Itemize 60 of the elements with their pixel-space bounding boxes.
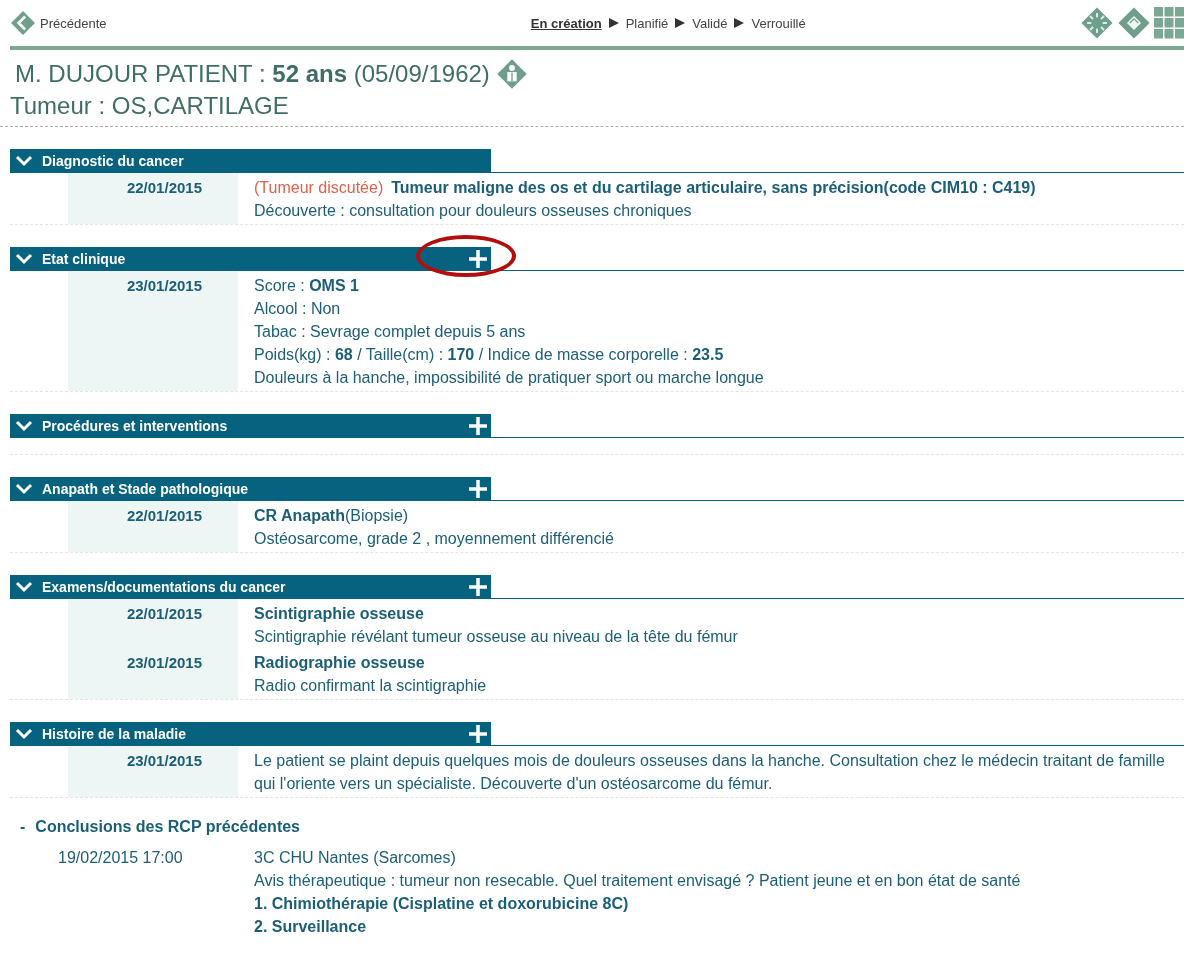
add-icon[interactable] <box>468 724 488 744</box>
entry-text: Le patient se plaint depuis quelques mois de douleurs osseuses dans la hanche. Consultation chez le médecin traitant de famille qui l'oriente vers un spécialiste. Découverte d'un ostéosarcome du fémur. <box>254 752 1165 792</box>
workflow-step[interactable]: En création <box>530 15 602 31</box>
conclusion-text: 2. Surveillance <box>254 918 367 935</box>
entry-text: Tumeur maligne des os et du cartilage articulaire, sans précision(code CIM10 : C419) <box>391 179 1036 196</box>
entry-date: 22/01/2015 <box>126 507 202 524</box>
entry-text: Scintigraphie osseuse <box>254 605 424 622</box>
workflow-step[interactable]: Verrouillé <box>751 15 806 31</box>
section-title: Histoire de la maladie <box>42 726 187 742</box>
entry-text: Alcool : Non <box>254 300 341 317</box>
back-button[interactable]: Précédente <box>10 10 107 36</box>
arrow-right-icon <box>733 17 746 29</box>
conclusion-text: 3C CHU Nantes (Sarcomes) <box>254 849 456 866</box>
arrow-right-icon <box>607 17 620 29</box>
add-icon[interactable] <box>468 249 488 269</box>
entry-date: 23/01/2015 <box>126 752 202 769</box>
section-title: Examens/documentations du cancer <box>42 579 287 595</box>
chevron-down-icon[interactable] <box>14 419 34 433</box>
back-icon <box>10 10 36 36</box>
entry-text: Radiographie osseuse <box>254 654 425 671</box>
chevron-down-icon[interactable] <box>14 727 34 741</box>
person-info-icon[interactable] <box>495 58 528 90</box>
spinner-icon[interactable] <box>1080 6 1114 40</box>
chevron-down-icon[interactable] <box>14 482 34 496</box>
patient-name: M. DUJOUR PATIENT : 52 ans (05/09/1962) <box>15 60 490 88</box>
grid-menu-icon[interactable] <box>1154 7 1184 39</box>
entry-text: Ostéosarcome, grade 2 , moyennement différencié <box>254 530 614 547</box>
collapse-marker[interactable]: - <box>20 818 26 836</box>
section-title: Procédures et interventions <box>42 418 229 434</box>
entry-text: Radio confirmant la scintigraphie <box>254 677 487 694</box>
status-label: (Tumeur discutée) <box>254 179 384 196</box>
chevron-down-icon[interactable] <box>14 154 34 168</box>
section-title: Anapath et Stade pathologique <box>42 481 250 497</box>
entry-text: Scintigraphie révélant tumeur osseuse au niveau de la tête du fémur <box>254 628 738 645</box>
chevron-down-icon[interactable] <box>14 580 34 594</box>
add-icon[interactable] <box>468 416 488 436</box>
conclusion-text: 1. Chimiothérapie (Cisplatine et doxorubicine 8C) <box>254 895 629 912</box>
arrow-right-icon <box>674 17 687 29</box>
entry-text: Douleurs à la hanche, impossibilité de pratiquer sport ou marche longue <box>254 369 764 386</box>
add-icon[interactable] <box>468 479 488 499</box>
conclusion-date: 19/02/2015 17:00 <box>58 849 183 866</box>
entry-date: 22/01/2015 <box>126 179 202 196</box>
conclusion-text: Avis thérapeutique : tumeur non resecable. Quel traitement envisagé ? Patient jeune et en bon état de santé <box>254 872 1021 889</box>
entry-date: 22/01/2015 <box>126 605 202 622</box>
entry-date: 23/01/2015 <box>126 654 202 671</box>
add-icon[interactable] <box>468 577 488 597</box>
tumor-label: Tumeur : OS,CARTILAGE <box>10 92 289 119</box>
chevron-down-icon[interactable] <box>14 252 34 266</box>
entry-text: Tabac : Sevrage complet depuis 5 ans <box>254 323 526 340</box>
entry-text: Poids(kg) : 68 / Taille(cm) : 170 / Indice de masse corporelle : 23.5 <box>254 346 724 363</box>
section-title: Etat clinique <box>42 251 127 267</box>
workflow-step[interactable]: Validé <box>692 15 728 31</box>
entry-text: Découverte : consultation pour douleurs osseuses chroniques <box>254 202 692 219</box>
workflow-step[interactable]: Planifié <box>625 15 669 31</box>
entry-date: 23/01/2015 <box>126 277 202 294</box>
entry-text: Score : OMS 1 <box>254 277 359 294</box>
section-title: Diagnostic du cancer <box>42 153 185 169</box>
entry-text: CR Anapath(Biopsie) <box>254 507 409 524</box>
conclusions-title: Conclusions des RCP précédentes <box>35 818 300 836</box>
document-icon[interactable] <box>1117 6 1151 40</box>
